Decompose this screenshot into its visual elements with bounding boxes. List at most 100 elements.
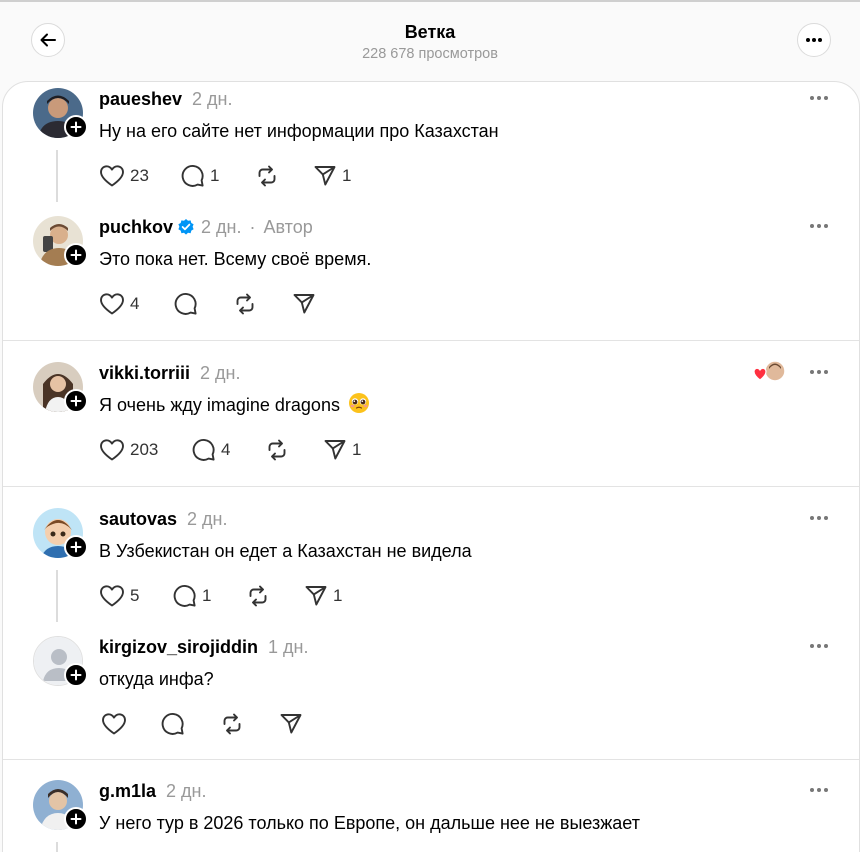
share-button[interactable]: 1 (313, 162, 351, 190)
like-count: 5 (130, 586, 140, 605)
username[interactable]: puchkov (99, 217, 173, 238)
reply-button[interactable]: 1 (181, 162, 219, 190)
send-icon (293, 294, 315, 314)
share-button[interactable] (292, 290, 316, 318)
like-button[interactable]: 4 (99, 290, 139, 318)
repost-icon (258, 165, 276, 187)
post-meta: sautovas 2 дн. (99, 508, 228, 530)
separator-dot: · (249, 216, 256, 237)
heart-icon (100, 585, 124, 607)
author-label: Автор (263, 216, 313, 237)
plus-icon (70, 813, 82, 825)
plus-icon (70, 541, 82, 553)
post-time[interactable]: 2 дн. (200, 363, 240, 384)
repost-button[interactable] (220, 710, 244, 738)
post-more-icon[interactable] (807, 93, 831, 103)
comment-bubble-icon (161, 713, 184, 735)
view-count: 228 678 просмотров (362, 46, 498, 62)
thread-card: paueshev 2 дн. Ну на его сайте нет инфор… (2, 81, 860, 852)
like-button[interactable]: 23 (99, 162, 149, 190)
post-more-icon[interactable] (807, 221, 831, 231)
thread-connector-line (56, 842, 58, 852)
like-button[interactable]: 5 (99, 582, 139, 610)
send-icon (314, 166, 336, 186)
repost-button[interactable] (233, 290, 257, 318)
post-puchkov: puchkov 2 дн. · Автор Это пока нет. Всем… (3, 210, 859, 340)
post-time[interactable]: 2 дн. (192, 89, 232, 110)
post-text: В Узбекистан он едет а Казахстан не виде… (99, 540, 472, 561)
reply-button[interactable]: 1 (173, 582, 211, 610)
liked-by-author-indicator[interactable] (753, 360, 787, 384)
reply-count: 4 (221, 440, 231, 459)
thread-connector-line (56, 570, 58, 622)
follow-plus-button[interactable] (64, 115, 88, 139)
thread-connector-line (56, 150, 58, 202)
post-divider (3, 759, 859, 760)
username[interactable]: paueshev (99, 89, 182, 110)
comment-bubble-icon (192, 439, 215, 461)
share-count: 1 (333, 586, 343, 605)
repost-icon (268, 439, 286, 461)
repost-icon (249, 585, 267, 607)
comment-bubble-icon (173, 585, 196, 607)
follow-plus-button[interactable] (64, 389, 88, 413)
follow-plus-button[interactable] (64, 243, 88, 267)
page-title: Ветка (404, 22, 456, 42)
post-time[interactable]: 2 дн. (201, 217, 241, 238)
post-meta: g.m1la 2 дн. (99, 780, 207, 802)
post-meta: kirgizov_sirojiddin 1 дн. (99, 636, 309, 658)
post-text: откуда инфа? (99, 668, 214, 689)
post-more-icon[interactable] (807, 641, 831, 651)
username[interactable]: vikki.torriii (99, 363, 190, 384)
follow-plus-button[interactable] (64, 807, 88, 831)
pleading-face-emoji-icon (348, 392, 370, 419)
heart-icon (100, 293, 124, 315)
post-sautovas: sautovas 2 дн. В Узбекистан он едет а Ка… (3, 502, 859, 632)
follow-plus-button[interactable] (64, 663, 88, 687)
post-meta: paueshev 2 дн. (99, 88, 233, 110)
post-text: У него тур в 2026 только по Европе, он д… (99, 812, 640, 833)
plus-icon (70, 121, 82, 133)
reply-button[interactable]: 4 (192, 436, 230, 464)
thread-more-button[interactable] (797, 23, 831, 57)
post-divider (3, 486, 859, 487)
post-time[interactable]: 1 дн. (268, 637, 308, 658)
username[interactable]: kirgizov_sirojiddin (99, 637, 258, 658)
post-vikki-torriii: vikki.torriii 2 дн. Я очень жду imagine … (3, 356, 859, 486)
reply-count: 1 (202, 586, 212, 605)
comment-bubble-icon (181, 165, 204, 187)
verified-badge-icon (177, 218, 195, 236)
like-count: 23 (130, 166, 149, 185)
username[interactable]: sautovas (99, 509, 177, 530)
post-more-icon[interactable] (807, 367, 831, 377)
plus-icon (70, 249, 82, 261)
post-meta: vikki.torriii 2 дн. (99, 362, 241, 384)
reply-button[interactable] (161, 710, 185, 738)
heart-icon (100, 439, 124, 461)
username[interactable]: g.m1la (99, 781, 156, 802)
repost-button[interactable] (265, 436, 289, 464)
post-text-content: Я очень жду imagine dragons (99, 394, 340, 415)
plus-icon (70, 395, 82, 407)
repost-button[interactable] (255, 162, 279, 190)
like-button[interactable] (101, 710, 127, 738)
post-time[interactable]: 2 дн. (166, 781, 206, 802)
post-more-icon[interactable] (807, 513, 831, 523)
send-icon (280, 714, 302, 734)
share-button[interactable] (279, 710, 303, 738)
plus-icon (70, 669, 82, 681)
share-button[interactable]: 1 (323, 436, 361, 464)
reply-button[interactable] (174, 290, 198, 318)
repost-button[interactable] (246, 582, 270, 610)
reply-count: 1 (210, 166, 220, 185)
post-more-icon[interactable] (807, 785, 831, 795)
like-button[interactable]: 203 (99, 436, 158, 464)
heart-icon (100, 165, 124, 187)
post-g-m1la: g.m1la 2 дн. У него тур в 2026 только по… (3, 774, 859, 852)
post-time[interactable]: 2 дн. (187, 509, 227, 530)
like-count: 4 (130, 294, 140, 313)
follow-plus-button[interactable] (64, 535, 88, 559)
share-button[interactable]: 1 (304, 582, 342, 610)
post-meta: puchkov 2 дн. · Автор (99, 216, 313, 238)
heart-icon (102, 713, 126, 735)
